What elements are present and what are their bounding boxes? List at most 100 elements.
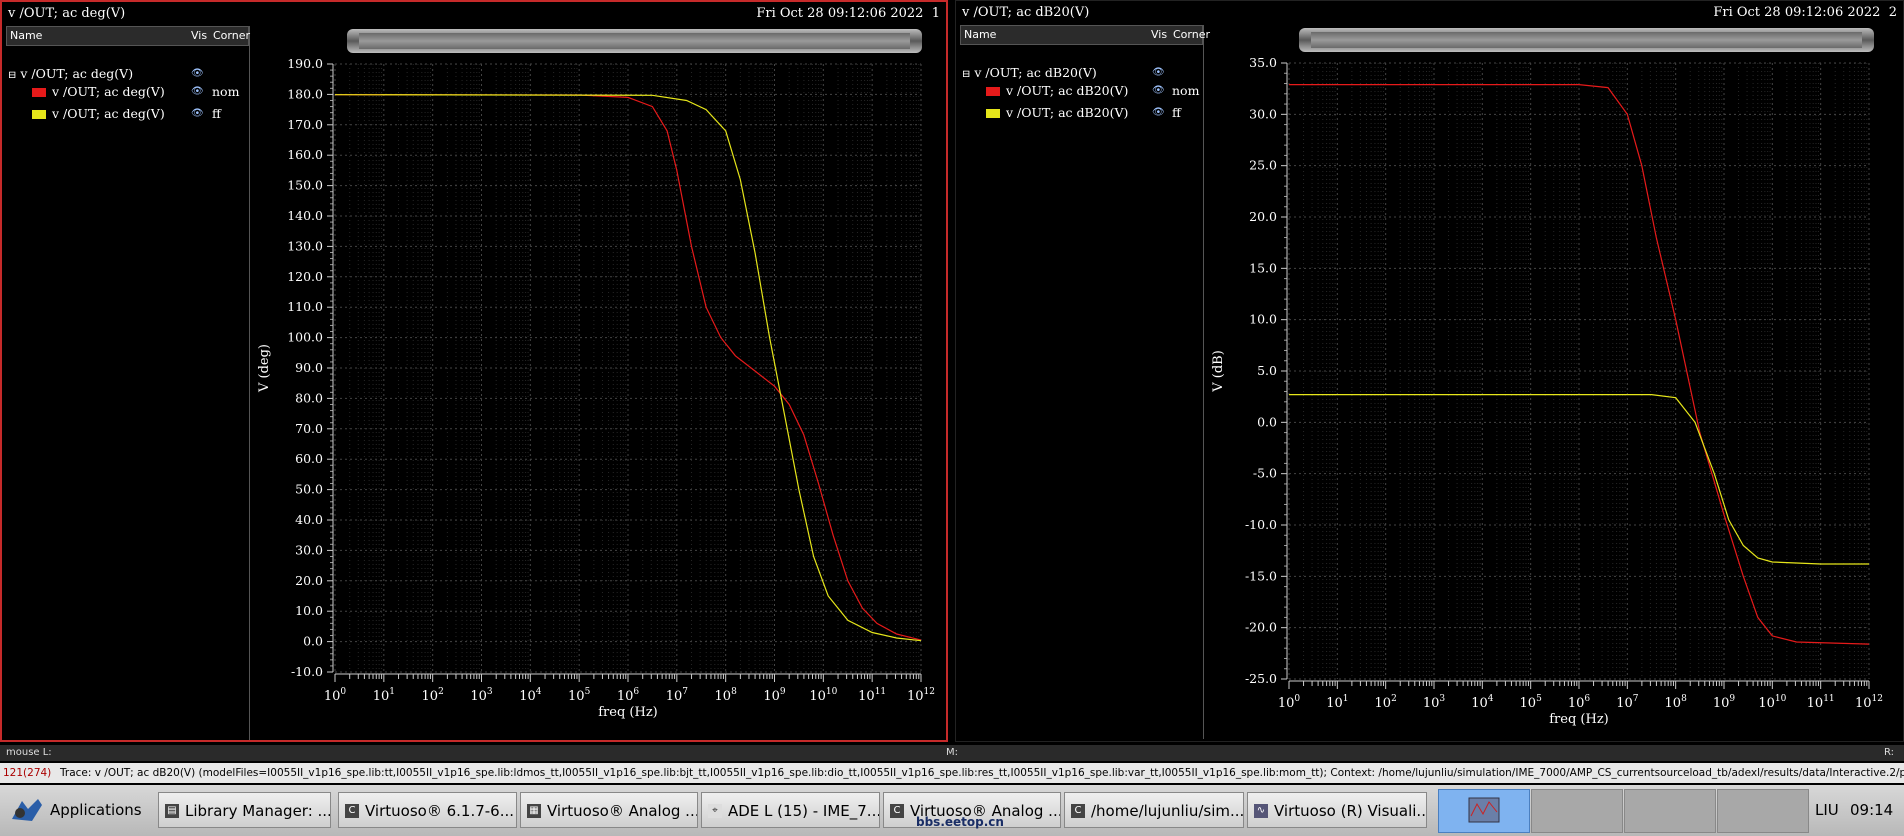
task-terminal[interactable]: C/home/lujunliu/sim... <box>1064 792 1244 828</box>
col-name: Name <box>10 29 43 42</box>
color-swatch <box>32 88 46 97</box>
col-corner: Corner <box>213 29 251 42</box>
y-tick-label: -10.0 <box>1245 517 1277 532</box>
y-tick-label: 120.0 <box>287 269 323 284</box>
col-corner: Corner <box>1173 28 1211 41</box>
corner-label: nom <box>1172 83 1200 98</box>
trace-id: 121(274) <box>3 767 52 779</box>
workspace-2[interactable] <box>1531 789 1623 833</box>
virtuoso-icon: C <box>1071 804 1085 818</box>
zoom-scroller[interactable] <box>1299 28 1874 52</box>
panel-title: v /OUT; ac dB20(V) <box>962 5 1090 20</box>
series-line-ff[interactable] <box>334 94 922 642</box>
legend-group[interactable]: ⊟ v /OUT; ac deg(V) <box>8 66 133 81</box>
workspace-1[interactable] <box>1438 789 1530 833</box>
task-ade-l[interactable]: ⌖ ADE L (15) - IME_7... <box>701 792 880 828</box>
legend-row-ff[interactable]: v /OUT; ac deg(V) <box>32 106 165 121</box>
virtuoso-icon: C <box>890 804 904 818</box>
col-name: Name <box>964 28 997 41</box>
y-tick-label: 0.0 <box>303 634 323 649</box>
x-tick-label: 1010 <box>809 687 837 704</box>
scroller-thumb[interactable] <box>359 33 910 49</box>
panel-title: v /OUT; ac deg(V) <box>8 6 126 21</box>
panel-date: Fri Oct 28 09:12:06 2022 1 <box>756 6 940 21</box>
y-tick-label: 30.0 <box>1249 106 1277 121</box>
color-swatch <box>32 110 46 119</box>
applications-icon[interactable] <box>8 795 46 825</box>
collapse-icon[interactable]: ⊟ <box>962 69 970 80</box>
x-tick-label: 103 <box>470 687 493 704</box>
eye-icon[interactable]: 👁 <box>191 86 204 97</box>
x-tick-label: 108 <box>1665 694 1688 711</box>
legend-header: Name Vis Corner <box>960 25 1210 45</box>
collapse-icon[interactable]: ⊟ <box>8 70 16 81</box>
scroller-thumb[interactable] <box>1311 32 1862 48</box>
y-tick-label: -5.0 <box>1253 466 1277 481</box>
series-line-nom[interactable] <box>334 94 922 641</box>
workspace-4[interactable] <box>1717 789 1809 833</box>
x-axis-label: freq (Hz) <box>1549 712 1609 727</box>
x-tick-label: 100 <box>324 687 347 704</box>
mouse-right-status: R: <box>1884 747 1895 758</box>
task-library-manager[interactable]: ▤ Library Manager: ... <box>158 792 331 828</box>
y-tick-label: 80.0 <box>295 390 323 405</box>
y-tick-label: -10.0 <box>291 664 323 679</box>
y-tick-label: 140.0 <box>287 208 323 223</box>
chart-area[interactable]: -10.0 0.0 10.0 20.0 30.0 40.0 50.0 60.0 70.0 80.0… <box>252 54 942 744</box>
zoom-scroller[interactable] <box>347 29 922 53</box>
y-axis-label: V (dB) <box>1211 350 1226 393</box>
legend-header: Name Vis Corner <box>6 26 251 46</box>
virtuoso-icon: C <box>345 804 359 818</box>
x-axis-label: freq (Hz) <box>598 705 658 720</box>
y-tick-label: 150.0 <box>287 178 323 193</box>
watermark: bbs.eetop.cn <box>916 815 1004 829</box>
task-virtuoso-ciw[interactable]: C Virtuoso® 6.1.7-6... <box>338 792 517 828</box>
y-tick-label: 5.0 <box>1257 363 1277 378</box>
legend-row-nom[interactable]: v /OUT; ac deg(V) <box>32 84 165 99</box>
chart-area[interactable]: -25.0 -20.0 -15.0 -10.0 -5.0 0.0 5.0 10.0 15.0 20… <box>1206 53 1901 743</box>
applications-menu[interactable]: Applications <box>50 801 142 819</box>
waveform-icon: ∿ <box>1254 804 1268 818</box>
y-tick-label: 20.0 <box>295 573 323 588</box>
x-tick-label: 101 <box>373 687 395 704</box>
task-virtuoso-analog-1[interactable]: ▦ Virtuoso® Analog ... <box>520 792 698 828</box>
y-tick-label: 20.0 <box>1249 209 1277 224</box>
ade-icon: ⌖ <box>708 804 722 818</box>
x-tick-label: 100 <box>1278 694 1301 711</box>
corner-label: nom <box>212 84 240 99</box>
y-tick-label: 25.0 <box>1249 158 1277 173</box>
mouse-mid-status: M: <box>946 747 958 758</box>
x-tick-label: 105 <box>568 687 591 704</box>
y-tick-label: 90.0 <box>295 360 323 375</box>
workspace-3[interactable] <box>1624 789 1716 833</box>
legend-group[interactable]: ⊟ v /OUT; ac dB20(V) <box>962 65 1097 80</box>
legend-row-nom[interactable]: v /OUT; ac dB20(V) <box>986 83 1128 98</box>
taskbar: Applications ▤ Library Manager: ... C Virt… <box>0 785 1904 836</box>
y-tick-label: 110.0 <box>287 299 323 314</box>
eye-icon[interactable]: 👁 <box>1152 107 1165 118</box>
y-tick-label: 15.0 <box>1249 260 1277 275</box>
eye-icon[interactable]: 👁 <box>191 108 204 119</box>
trace-legend: Name Vis Corner ⊟ v /OUT; ac dB20(V) 👁 v… <box>960 25 1210 739</box>
y-tick-label: 170.0 <box>287 117 323 132</box>
x-tick-label: 1010 <box>1758 694 1786 711</box>
col-vis: Vis <box>1151 28 1168 41</box>
x-tick-label: 1011 <box>1807 694 1835 711</box>
y-tick-label: 50.0 <box>295 482 323 497</box>
eye-icon[interactable]: 👁 <box>191 68 204 79</box>
y-tick-label: 10.0 <box>1249 312 1277 327</box>
eye-icon[interactable]: 👁 <box>1152 67 1165 78</box>
mouse-left-status: mouse L: <box>6 747 52 758</box>
task-visualization[interactable]: ∿ Virtuoso (R) Visuali... <box>1247 792 1427 828</box>
eye-icon[interactable]: 👁 <box>1152 85 1165 96</box>
trace-text: Trace: v /OUT; ac dB20(V) (modelFiles=I0… <box>60 767 1904 779</box>
x-tick-label: 109 <box>763 687 786 704</box>
corner-label: ff <box>1172 105 1181 120</box>
book-icon: ▤ <box>165 804 179 818</box>
x-tick-label: 104 <box>1471 694 1494 711</box>
panel-date: Fri Oct 28 09:12:06 2022 2 <box>1713 5 1897 20</box>
trace-legend: Name Vis Corner ⊟ v /OUT; ac deg(V) 👁 v … <box>6 26 250 740</box>
trace-info-bar: 121(274) Trace: v /OUT; ac dB20(V) (mode… <box>0 763 1904 783</box>
legend-row-ff[interactable]: v /OUT; ac dB20(V) <box>986 105 1128 120</box>
x-tick-label: 105 <box>1520 694 1543 711</box>
